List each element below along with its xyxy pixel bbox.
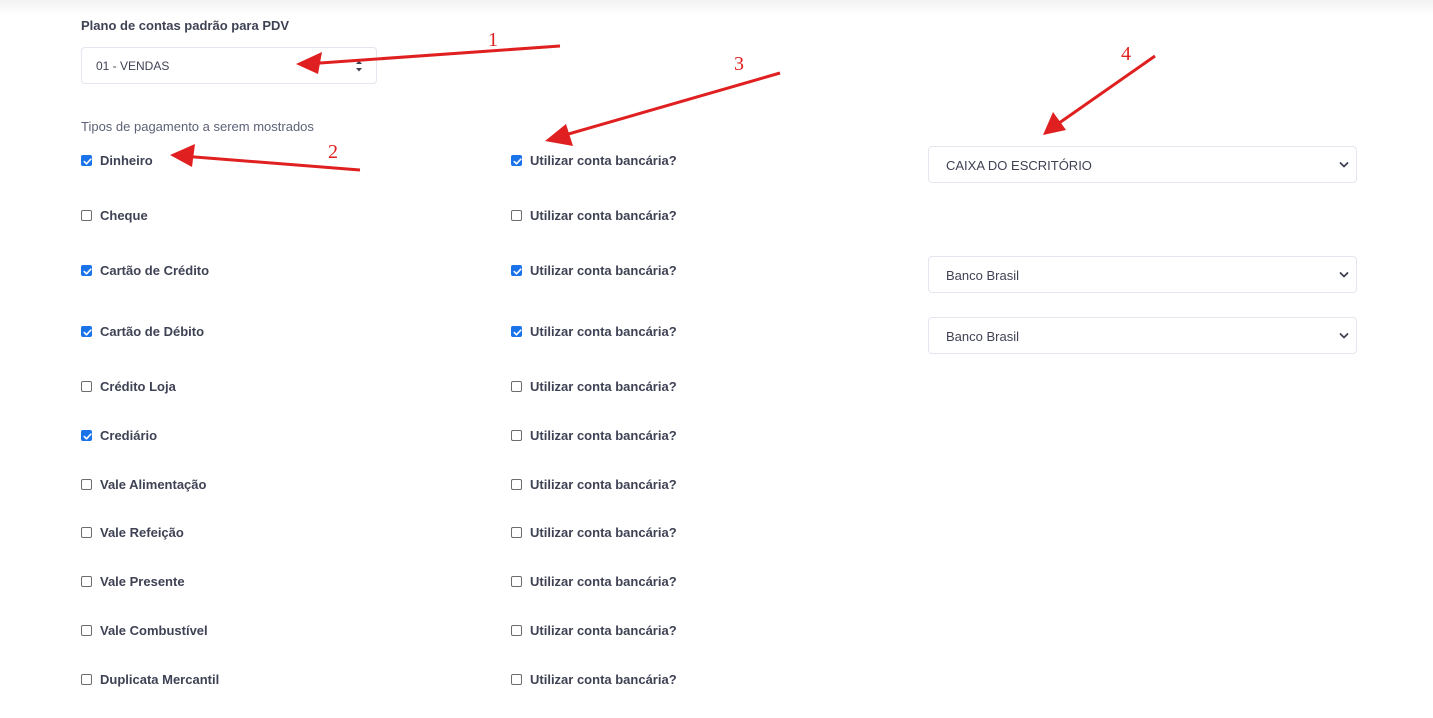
usar-conta-bancaria-label[interactable]: Utilizar conta bancária? [530, 428, 677, 443]
payment-row: Crediário Utilizar conta bancária? [0, 428, 1433, 450]
usar-conta-bancaria-label[interactable]: Utilizar conta bancária? [530, 623, 677, 638]
arrow-3 [545, 71, 781, 146]
conta-bancaria-value: Banco Brasil [946, 329, 1019, 344]
payment-type-label[interactable]: Duplicata Mercantil [100, 672, 219, 687]
top-shadow [0, 0, 1433, 16]
chevron-down-icon [1339, 333, 1349, 339]
payment-type-checkbox[interactable] [81, 479, 92, 490]
payment-type-label[interactable]: Cartão de Crédito [100, 263, 209, 278]
chevron-down-icon [1339, 162, 1349, 168]
payment-type-checkbox[interactable] [81, 381, 92, 392]
usar-conta-bancaria-checkbox[interactable] [511, 625, 522, 636]
payment-type-label[interactable]: Cartão de Débito [100, 324, 204, 339]
usar-conta-bancaria-label[interactable]: Utilizar conta bancária? [530, 324, 677, 339]
payment-type-checkbox[interactable] [81, 326, 92, 337]
payment-row: Vale Alimentação Utilizar conta bancária? [0, 477, 1433, 499]
payment-type-checkbox[interactable] [81, 625, 92, 636]
annotation-overlay: 1 2 3 4 [170, 29, 1156, 172]
usar-conta-bancaria-checkbox[interactable] [511, 576, 522, 587]
arrow-4 [1043, 54, 1156, 135]
payment-type-label[interactable]: Vale Refeição [100, 525, 184, 540]
select-updown-icon [356, 60, 362, 72]
conta-bancaria-select[interactable]: Banco Brasil [928, 256, 1357, 293]
annotation-number-1: 1 [488, 29, 498, 51]
payment-type-checkbox[interactable] [81, 576, 92, 587]
payment-type-label[interactable]: Vale Presente [100, 574, 185, 589]
payment-row: Vale Combustível Utilizar conta bancária? [0, 623, 1433, 645]
usar-conta-bancaria-label[interactable]: Utilizar conta bancária? [530, 153, 677, 168]
payment-row: Vale Presente Utilizar conta bancária? [0, 574, 1433, 596]
plano-contas-label: Plano de contas padrão para PDV [81, 18, 290, 33]
payment-row: Crédito Loja Utilizar conta bancária? [0, 379, 1433, 401]
usar-conta-bancaria-label[interactable]: Utilizar conta bancária? [530, 672, 677, 687]
payment-type-label[interactable]: Dinheiro [100, 153, 153, 168]
usar-conta-bancaria-checkbox[interactable] [511, 265, 522, 276]
annotation-number-3: 3 [734, 53, 744, 75]
payment-type-checkbox[interactable] [81, 430, 92, 441]
conta-bancaria-select[interactable]: CAIXA DO ESCRITÓRIO [928, 146, 1357, 183]
payment-row: Duplicata Mercantil Utilizar conta bancár… [0, 672, 1433, 694]
conta-bancaria-value: CAIXA DO ESCRITÓRIO [946, 158, 1092, 173]
usar-conta-bancaria-label[interactable]: Utilizar conta bancária? [530, 379, 677, 394]
usar-conta-bancaria-label[interactable]: Utilizar conta bancária? [530, 263, 677, 278]
payment-type-checkbox[interactable] [81, 155, 92, 166]
usar-conta-bancaria-checkbox[interactable] [511, 155, 522, 166]
chevron-down-icon [1339, 272, 1349, 278]
payment-type-label[interactable]: Crédito Loja [100, 379, 176, 394]
usar-conta-bancaria-checkbox[interactable] [511, 381, 522, 392]
usar-conta-bancaria-checkbox[interactable] [511, 674, 522, 685]
payment-row: Vale Refeição Utilizar conta bancária? [0, 525, 1433, 547]
payment-type-checkbox[interactable] [81, 210, 92, 221]
payment-type-checkbox[interactable] [81, 674, 92, 685]
usar-conta-bancaria-checkbox[interactable] [511, 479, 522, 490]
conta-bancaria-select[interactable]: Banco Brasil [928, 317, 1357, 354]
usar-conta-bancaria-label[interactable]: Utilizar conta bancária? [530, 574, 677, 589]
payment-type-label[interactable]: Cheque [100, 208, 148, 223]
usar-conta-bancaria-label[interactable]: Utilizar conta bancária? [530, 525, 677, 540]
usar-conta-bancaria-label[interactable]: Utilizar conta bancária? [530, 208, 677, 223]
conta-bancaria-value: Banco Brasil [946, 268, 1019, 283]
usar-conta-bancaria-checkbox[interactable] [511, 326, 522, 337]
payment-type-label[interactable]: Crediário [100, 428, 157, 443]
payment-type-checkbox[interactable] [81, 527, 92, 538]
usar-conta-bancaria-checkbox[interactable] [511, 527, 522, 538]
plano-contas-select[interactable]: 01 - VENDAS [81, 47, 377, 84]
usar-conta-bancaria-label[interactable]: Utilizar conta bancária? [530, 477, 677, 492]
annotation-number-4: 4 [1121, 43, 1131, 65]
payment-type-checkbox[interactable] [81, 265, 92, 276]
usar-conta-bancaria-checkbox[interactable] [511, 210, 522, 221]
plano-contas-value: 01 - VENDAS [96, 59, 170, 73]
usar-conta-bancaria-checkbox[interactable] [511, 430, 522, 441]
payment-row: Cheque Utilizar conta bancária? [0, 208, 1433, 230]
payment-type-label[interactable]: Vale Alimentação [100, 477, 206, 492]
tipos-pagamento-label: Tipos de pagamento a serem mostrados [81, 119, 314, 134]
payment-type-label[interactable]: Vale Combustível [100, 623, 208, 638]
